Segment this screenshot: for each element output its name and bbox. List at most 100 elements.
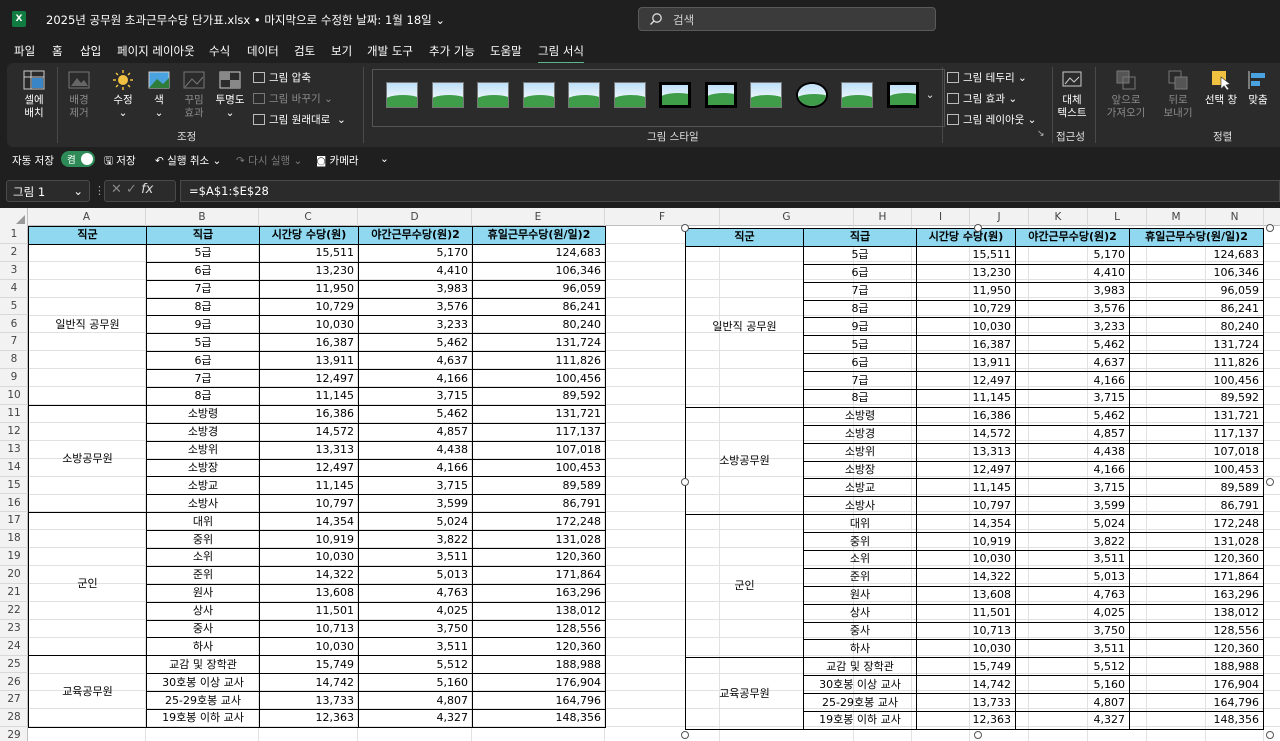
select-all-button[interactable] (0, 208, 28, 226)
column-header-L[interactable]: L (1088, 208, 1147, 226)
cell-placement-button[interactable]: 셀에 배치 (17, 69, 51, 120)
row-header-13[interactable]: 13 (0, 441, 28, 459)
menu-tab-9[interactable]: 추가 기능 (429, 43, 475, 59)
resize-handle[interactable] (681, 224, 689, 232)
row-header-23[interactable]: 23 (0, 620, 28, 638)
picture-style-2[interactable] (477, 82, 509, 108)
camera-button[interactable]: ◙ 카메라 (316, 153, 359, 168)
column-header-I[interactable]: I (912, 208, 970, 226)
menu-tab-11[interactable]: 그림 서식 (538, 43, 584, 64)
column-header-B[interactable]: B (146, 208, 259, 226)
row-header-27[interactable]: 27 (0, 691, 28, 710)
row-header-21[interactable]: 21 (0, 584, 28, 602)
row-header-5[interactable]: 5 (0, 298, 28, 316)
row-header-22[interactable]: 22 (0, 602, 28, 620)
row-header-9[interactable]: 9 (0, 369, 28, 388)
menu-tab-4[interactable]: 수식 (209, 43, 230, 59)
dialog-launcher-icon[interactable]: ↘ (1037, 129, 1045, 139)
picture-style-4[interactable] (568, 82, 600, 108)
menu-tab-2[interactable]: 삽입 (80, 43, 101, 59)
linked-picture[interactable]: 직군 직급 시간당 수당(원) 야간근무수당(원)2 휴일근무수당(원/일)2 일반직 공… (685, 228, 1264, 731)
resize-handle[interactable] (1266, 477, 1274, 486)
alt-text-button[interactable]: 대체 텍스트 (1055, 69, 1089, 120)
row-header-12[interactable]: 12 (0, 423, 28, 441)
row-header-2[interactable]: 2 (0, 244, 28, 262)
picture-style-8[interactable] (750, 82, 782, 108)
picture-style-11[interactable] (886, 82, 919, 108)
resize-handle[interactable] (1266, 224, 1274, 232)
gallery-more-button[interactable]: ⌄ (923, 89, 937, 102)
worksheet[interactable]: ABCDEFGHIJKLMN 1 2 3 4 5 6 7 8 9 10 11 12 13 14 15 16 17… (0, 208, 1280, 741)
row-header-6[interactable]: 6 (0, 316, 28, 334)
enter-icon[interactable]: ✓ (126, 182, 137, 197)
cancel-icon[interactable]: ✕ (111, 182, 122, 197)
search-box[interactable]: 검색 (638, 7, 936, 31)
row-header-15[interactable]: 15 (0, 477, 28, 495)
row-header-14[interactable]: 14 (0, 459, 28, 477)
send-backward-button[interactable]: 뒤로 보내기 (1155, 69, 1201, 120)
picture-style-5[interactable] (613, 82, 646, 108)
row-header-29[interactable]: 29 (0, 727, 28, 741)
menu-tab-1[interactable]: 홈 (52, 43, 63, 59)
artistic-effects-button[interactable]: 꾸밈 효과 (179, 69, 209, 120)
row-header-26[interactable]: 26 (0, 674, 28, 692)
resize-handle[interactable] (973, 224, 982, 232)
menu-tab-3[interactable]: 페이지 레이아웃 (117, 43, 195, 59)
column-header-K[interactable]: K (1029, 208, 1088, 226)
row-header-16[interactable]: 16 (0, 495, 28, 513)
picture-effects-button[interactable]: 그림 효과 ⌄ (947, 91, 1017, 106)
column-header-D[interactable]: D (358, 208, 472, 226)
autosave-toggle[interactable]: 켬 (61, 151, 95, 167)
menu-tab-8[interactable]: 개발 도구 (367, 43, 413, 59)
column-header-H[interactable]: H (854, 208, 912, 226)
row-header-19[interactable]: 19 (0, 548, 28, 567)
column-header-A[interactable]: A (28, 208, 146, 226)
picture-style-10[interactable] (841, 82, 873, 108)
column-header-E[interactable]: E (472, 208, 605, 226)
resize-handle[interactable] (1266, 731, 1274, 739)
row-header-20[interactable]: 20 (0, 566, 28, 584)
row-header-24[interactable]: 24 (0, 638, 28, 656)
picture-style-0[interactable] (386, 82, 418, 108)
row-header-17[interactable]: 17 (0, 512, 28, 531)
row-header-11[interactable]: 11 (0, 405, 28, 423)
transparency-button[interactable]: 투명도 ⌄ (213, 69, 247, 120)
picture-style-3[interactable] (522, 82, 555, 108)
bring-forward-button[interactable]: 앞으로 가져오기 (1101, 69, 1151, 120)
picture-style-1[interactable] (431, 82, 464, 108)
picture-style-9[interactable] (795, 82, 828, 108)
picture-layout-button[interactable]: 그림 레이아웃 ⌄ (947, 112, 1036, 127)
resize-handle[interactable] (681, 477, 689, 486)
name-box[interactable]: 그림 1 ⌄ (6, 180, 90, 202)
row-header-7[interactable]: 7 (0, 333, 28, 352)
column-header-G[interactable]: G (720, 208, 854, 226)
document-title[interactable]: 2025년 공무원 초과근무수당 단가표.xlsx • 마지막으로 수정한 날짜… (46, 12, 445, 28)
picture-style-7[interactable] (704, 82, 737, 108)
change-picture-button[interactable]: 그림 바꾸기 ⌄ (253, 91, 333, 106)
resize-handle[interactable] (681, 731, 689, 739)
redo-button[interactable]: ↷ 다시 실행 ⌄ (236, 153, 302, 168)
undo-button[interactable]: ↶ 실행 취소 ⌄ (155, 153, 221, 168)
resize-handle[interactable] (973, 731, 982, 739)
menu-tab-5[interactable]: 데이터 (247, 43, 279, 59)
picture-style-6[interactable] (659, 82, 691, 108)
column-header-F[interactable]: F (605, 208, 720, 226)
menu-tab-7[interactable]: 보기 (331, 43, 352, 59)
menu-tab-10[interactable]: 도움말 (490, 43, 522, 59)
column-header-N[interactable]: N (1206, 208, 1264, 226)
excel-icon[interactable]: X (12, 11, 26, 27)
save-button[interactable]: 🖫 저장 (104, 153, 136, 171)
picture-border-button[interactable]: 그림 테두리 ⌄ (947, 70, 1027, 85)
selection-pane-button[interactable]: 선택 창 (1201, 69, 1241, 107)
corrections-button[interactable]: 수정 ⌄ (107, 69, 139, 120)
column-header-M[interactable]: M (1147, 208, 1206, 226)
align-button[interactable]: 맞춤 (1243, 69, 1273, 107)
color-button[interactable]: 색 ⌄ (145, 69, 173, 120)
row-header-3[interactable]: 3 (0, 262, 28, 280)
picture-styles-gallery[interactable] (372, 69, 945, 127)
row-header-25[interactable]: 25 (0, 656, 28, 674)
customize-qat-icon[interactable]: ⌄ (380, 153, 389, 165)
compress-picture-button[interactable]: 그림 압축 (253, 70, 311, 85)
menu-tab-6[interactable]: 검토 (294, 43, 315, 59)
row-header-18[interactable]: 18 (0, 530, 28, 549)
